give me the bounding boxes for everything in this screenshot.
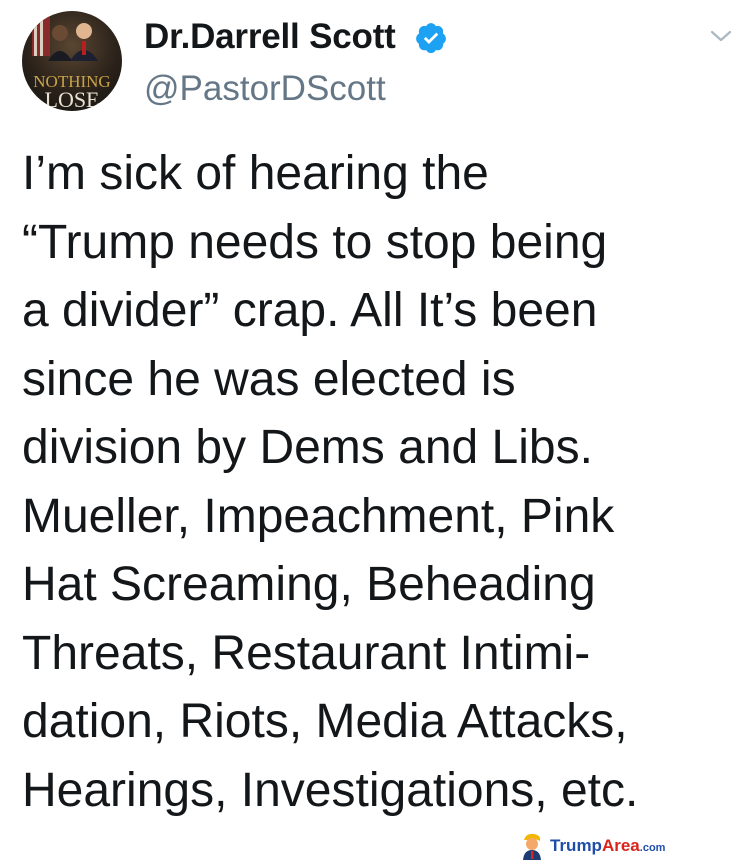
tweet-text-line: Mueller, Impeachment, Pink (22, 489, 615, 543)
tweet-card: NOTHING LOSE Dr.Darrell Scott @PastorDSc… (0, 0, 740, 860)
avatar[interactable]: NOTHING LOSE (22, 11, 122, 111)
tweet-text-line: division by Dems and Libs. (22, 421, 593, 474)
trump-caricature-icon (523, 833, 541, 860)
tweet-text-line: I’m sick of hearing the (22, 147, 489, 200)
tweet-text-line: Hat Screaming, Beheading (22, 558, 596, 611)
tweet-text-line: Hearings, Investigations, etc. (22, 763, 639, 817)
watermark-text-com: .com (639, 842, 666, 854)
avatar-text-line-2: LOSE (45, 87, 100, 111)
tweet-text-line: Threats, Restaurant Intimi- (22, 626, 591, 680)
tweet-text-line: a divider” crap. All It’s been (22, 284, 598, 337)
avatar-image: NOTHING LOSE (32, 16, 111, 111)
tweet-text-line: “Trump needs to stop being (22, 215, 608, 269)
tweet-text-line: since he was elected is (22, 352, 516, 406)
verified-badge-icon (416, 23, 446, 54)
handle[interactable]: @PastorDScott (144, 66, 386, 112)
chevron-down-icon[interactable] (708, 26, 734, 46)
tweet-text: I’m sick of hearing the “Trump needs to … (22, 140, 732, 825)
watermark: Trump Area .com (520, 832, 665, 860)
tweet-text-line: dation, Riots, Media Attacks, (22, 695, 628, 748)
watermark-text-trump: Trump (550, 836, 602, 855)
watermark-text-area: Area (601, 836, 640, 855)
display-name[interactable]: Dr.Darrell Scott (144, 14, 396, 60)
